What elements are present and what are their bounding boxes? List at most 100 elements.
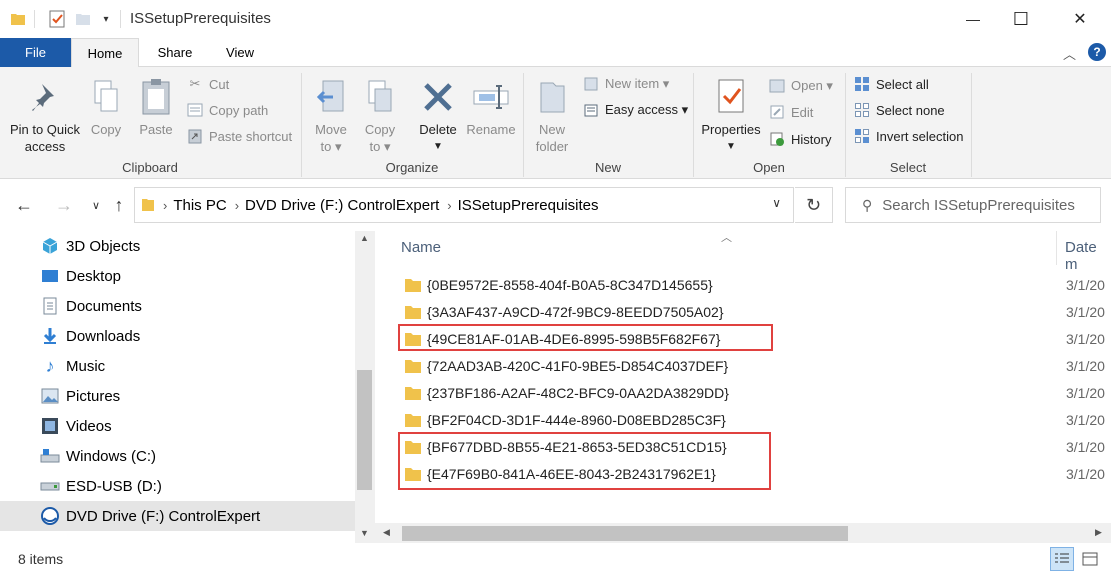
breadcrumb-current-folder[interactable]: ISSetupPrerequisites: [458, 197, 599, 214]
nav-item-music[interactable]: ♪ Music: [0, 351, 355, 381]
nav-item-videos[interactable]: Videos: [0, 411, 355, 441]
up-arrow-icon[interactable]: ↑: [107, 193, 131, 217]
file-row[interactable]: {0BE9572E-8558-404f-B0A5-8C347D145655} 3…: [384, 271, 1111, 298]
downloads-icon: [40, 326, 60, 346]
copy-path-label: Copy path: [209, 102, 269, 118]
navigation-scroll-thumb[interactable]: [357, 370, 372, 490]
copy-path-button[interactable]: Copy path: [186, 99, 268, 121]
chevron-right-icon[interactable]: ›: [447, 198, 451, 213]
pin-to-quick-access-button[interactable]: Pin to Quick access: [6, 73, 84, 155]
file-date: 3/1/20: [1066, 438, 1105, 455]
copy-to-label: Copy: [364, 122, 396, 137]
new-folder-icon: [530, 73, 574, 121]
move-to-button[interactable]: Move to ▾: [310, 73, 352, 155]
open-button[interactable]: Open ▾: [768, 75, 833, 97]
new-item-button[interactable]: New item ▾: [582, 73, 669, 95]
file-row[interactable]: {237BF186-A2AF-48C2-BFC9-0AA2DA3829DD} 3…: [384, 379, 1111, 406]
navigation-pane: 3D Objects Desktop Documents Downloads ♪…: [0, 231, 355, 541]
file-name: {0BE9572E-8558-404f-B0A5-8C347D145655}: [427, 276, 713, 293]
breadcrumb-this-pc[interactable]: This PC: [173, 197, 226, 214]
copy-button[interactable]: Copy: [86, 73, 126, 138]
file-row[interactable]: {72AAD3AB-420C-41F0-9BE5-D854C4037DEF} 3…: [384, 352, 1111, 379]
chevron-right-icon[interactable]: ›: [163, 198, 167, 213]
file-row[interactable]: {3A3AF437-A9CD-472f-9BC9-8EEDD7505A02} 3…: [384, 298, 1111, 325]
collapse-ribbon-icon[interactable]: ︿: [1063, 44, 1076, 63]
file-row[interactable]: {BF2F04CD-3D1F-444e-8960-D08EBD285C3F} 3…: [384, 406, 1111, 433]
nav-item-dvd-drive[interactable]: DVD Drive (F:) ControlExpert: [0, 501, 355, 531]
nav-item-downloads[interactable]: Downloads: [0, 321, 355, 351]
nav-item-documents[interactable]: Documents: [0, 291, 355, 321]
search-input[interactable]: Search ISSetupPrerequisites: [882, 197, 1075, 214]
properties-button[interactable]: Properties ▼: [698, 73, 764, 155]
paste-button[interactable]: Paste: [134, 73, 178, 138]
history-button[interactable]: History: [768, 128, 831, 150]
details-view-icon[interactable]: [1050, 547, 1074, 571]
file-date: 3/1/20: [1066, 357, 1105, 374]
divider: [34, 10, 35, 28]
address-dropdown-icon[interactable]: ∨: [772, 196, 781, 210]
nav-item-pictures[interactable]: Pictures: [0, 381, 355, 411]
nav-item-esd-usb[interactable]: ESD-USB (D:): [0, 471, 355, 501]
edit-button[interactable]: Edit: [768, 101, 813, 123]
back-arrow-icon[interactable]: ←: [12, 193, 36, 217]
chevron-right-icon[interactable]: ›: [235, 198, 239, 213]
column-header-name[interactable]: Name: [401, 239, 441, 256]
cut-button[interactable]: ✂ Cut: [186, 73, 230, 95]
nav-item-windows-c[interactable]: Windows (C:): [0, 441, 355, 471]
scroll-left-icon[interactable]: ◀: [383, 527, 390, 538]
maximize-button[interactable]: ☐: [998, 0, 1044, 38]
select-none-button[interactable]: Select none: [853, 99, 945, 121]
close-button[interactable]: ✕: [1057, 0, 1103, 38]
open-label: Open ▾: [791, 78, 833, 93]
tab-share[interactable]: Share: [145, 38, 205, 67]
help-icon[interactable]: ?: [1088, 43, 1106, 61]
tab-file[interactable]: File: [0, 38, 71, 67]
move-to-label-2: to ▾: [320, 139, 342, 154]
easy-access-button[interactable]: Easy access ▾: [582, 99, 688, 121]
refresh-button[interactable]: ↻: [795, 187, 833, 223]
new-folder-label-2: folder: [535, 139, 569, 154]
select-all-button[interactable]: Select all: [853, 73, 929, 95]
nav-item-desktop[interactable]: Desktop: [0, 261, 355, 291]
address-bar[interactable]: › This PC › DVD Drive (F:) ControlExpert…: [134, 187, 794, 223]
open-icon: [768, 77, 786, 95]
delete-button[interactable]: Delete ▼: [414, 73, 462, 155]
paste-shortcut-icon: [186, 127, 204, 145]
customize-quick-access-icon[interactable]: ▾: [96, 9, 116, 29]
usb-drive-icon: [40, 476, 60, 496]
highlight-box: [398, 324, 773, 351]
move-to-label: Move: [315, 122, 347, 137]
easy-access-icon: [582, 101, 600, 119]
search-box[interactable]: ⚲ Search ISSetupPrerequisites: [845, 187, 1101, 223]
copy-to-label-2: to ▾: [369, 139, 391, 154]
select-group-label: Select: [889, 160, 927, 175]
forward-arrow-icon[interactable]: →: [52, 193, 76, 217]
scroll-right-icon[interactable]: ▶: [1095, 527, 1102, 538]
properties-quick-icon[interactable]: [47, 9, 67, 29]
large-icons-view-icon[interactable]: [1078, 547, 1102, 571]
tab-view[interactable]: View: [210, 38, 270, 67]
tab-home[interactable]: Home: [71, 38, 139, 68]
minimize-button[interactable]: —: [950, 0, 996, 38]
delete-dropdown-icon[interactable]: ▼: [414, 138, 462, 155]
column-header-date[interactable]: Date m: [1065, 239, 1111, 273]
horizontal-scroll-thumb[interactable]: [402, 526, 848, 541]
breadcrumb-dvd-drive[interactable]: DVD Drive (F:) ControlExpert: [245, 197, 439, 214]
scroll-up-icon[interactable]: ▲: [360, 233, 369, 243]
select-all-icon: [853, 75, 871, 93]
paste-shortcut-button[interactable]: Paste shortcut: [186, 125, 292, 147]
scroll-down-icon[interactable]: ▼: [360, 528, 369, 538]
invert-selection-button[interactable]: Invert selection: [853, 125, 963, 147]
folder-icon: [405, 386, 421, 400]
rename-button[interactable]: Rename: [464, 73, 518, 138]
properties-dropdown-icon[interactable]: ▼: [698, 138, 764, 155]
new-folder-quick-icon[interactable]: [73, 9, 93, 29]
column-divider[interactable]: [1056, 231, 1057, 265]
new-folder-button[interactable]: New folder: [530, 73, 574, 155]
pin-label: Pin to Quick: [9, 122, 81, 137]
recent-locations-icon[interactable]: ∨: [84, 193, 108, 217]
nav-item-3d-objects[interactable]: 3D Objects: [0, 231, 355, 261]
status-bar: 8 items: [0, 543, 1111, 575]
copy-to-button[interactable]: Copy to ▾: [358, 73, 402, 155]
paste-icon: [134, 73, 178, 121]
